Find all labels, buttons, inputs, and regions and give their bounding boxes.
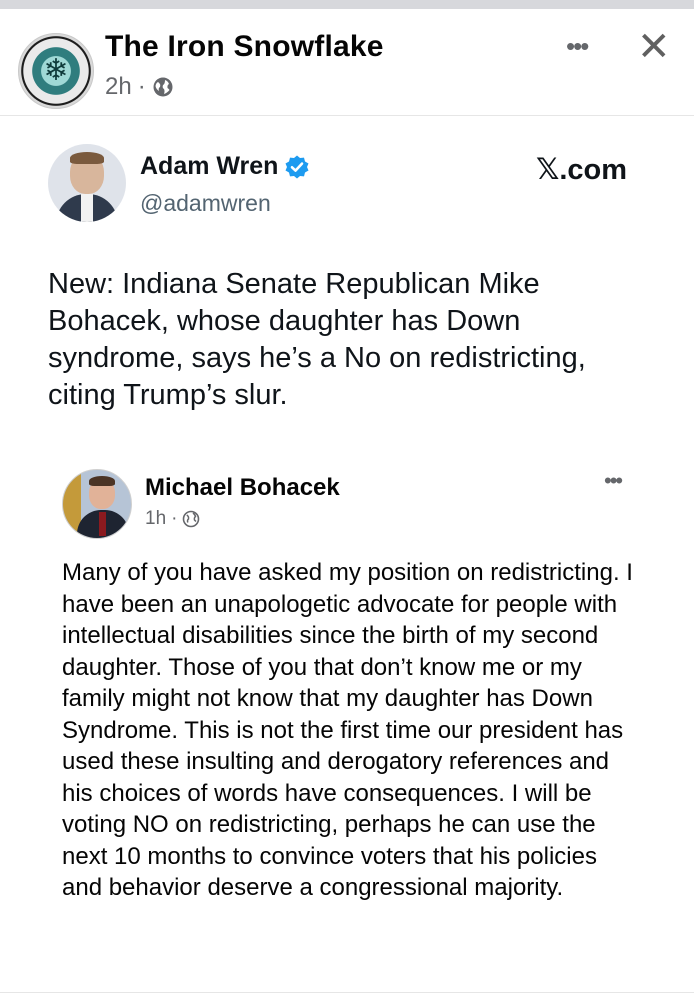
tweet-author-name: Adam Wren [140,152,279,180]
facebook-post: ❄ The Iron Snowflake 2h · ••• ✕ Adam Wre… [0,9,694,1000]
x-brand-suffix: .com [559,154,628,186]
post-time[interactable]: 2h [105,73,132,101]
page-name[interactable]: The Iron Snowflake [105,30,384,64]
quoted-author-name: Michael Bohacek [145,474,340,501]
quoted-meta-separator: · [171,508,178,529]
page-avatar[interactable]: ❄ [18,33,94,109]
tweet-author-name-row: Adam Wren [140,152,310,181]
globe-icon [152,76,174,98]
tweet-author-handle: @adamwren [140,190,271,216]
close-icon[interactable]: ✕ [637,27,671,67]
tweet-author-avatar [48,144,126,222]
more-options-icon: ••• [604,468,623,493]
quoted-author-avatar [62,469,132,539]
post-meta: 2h · [105,73,174,101]
bottom-divider [0,992,694,993]
quoted-post-meta: 1h · [145,508,200,530]
more-options-icon[interactable]: ••• [566,31,589,62]
quoted-post-text: Many of you have asked my position on re… [62,559,633,901]
top-separator-bar [0,0,694,9]
verified-badge-icon [284,154,310,180]
snowflake-logo-icon: ❄ [43,54,69,87]
tweet-screenshot: Adam Wren @adamwren 𝕏.com New: Indiana S… [0,116,694,992]
meta-separator: · [137,73,146,100]
globe-icon [182,510,200,528]
quoted-facebook-post: Michael Bohacek 1h · ••• Many of you hav… [48,452,648,972]
x-com-logo: 𝕏.com [536,152,627,187]
x-logo-icon: 𝕏 [536,152,560,186]
tweet-text: New: Indiana Senate Republican Mike Boha… [48,268,586,411]
quoted-post-time: 1h [145,508,167,529]
